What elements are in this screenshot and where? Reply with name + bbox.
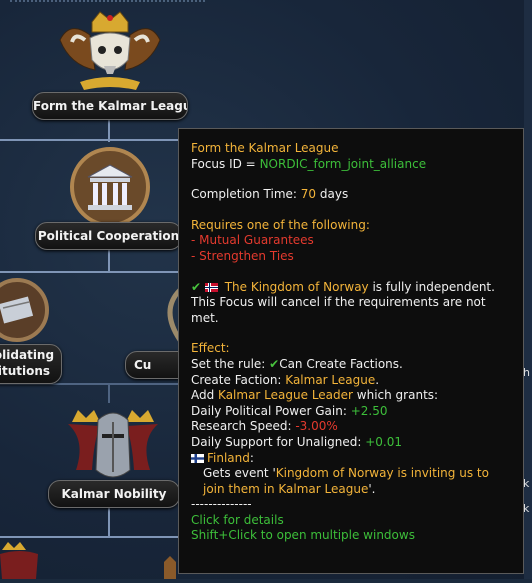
event-name: join them in Kalmar League (203, 481, 369, 496)
focus-label-line2: itutions (0, 364, 51, 378)
modifier-line: Daily Support for Unaligned: +0.01 (191, 435, 513, 451)
requirement-item: - Strengthen Ties (191, 248, 294, 263)
checkmark-icon: ✔ (269, 356, 280, 371)
modifier-value: +2.50 (350, 403, 388, 418)
independence-subject: The Kingdom of Norway (224, 279, 369, 294)
independence-suffix: is fully independent. (368, 279, 495, 294)
connector-line (108, 508, 110, 538)
tooltip-title: Form the Kalmar League (191, 141, 339, 155)
crown-bull-skull-icon (50, 10, 170, 104)
modifier-label: Daily Support for Unaligned: (191, 434, 366, 449)
completion-value: 70 (300, 187, 317, 202)
add-leader-line: Add Kalmar League Leader which grants: (191, 388, 513, 404)
focus-id-label: Focus ID = (191, 156, 260, 171)
cancel-line: met. (191, 310, 219, 325)
add-value: Kalmar League Leader (218, 388, 353, 403)
modifier-line: Daily Political Power Gain: +2.50 (191, 404, 513, 420)
event-suffix: '. (368, 481, 376, 496)
shift-click-hint: Shift+Click to open multiple windows (191, 528, 415, 543)
focus-node-partial[interactable]: Cu (125, 285, 205, 380)
set-rule-line: Set the rule: ✔Can Create Factions. (191, 357, 513, 373)
country-name: Finland (207, 450, 250, 465)
completion-time-line: Completion Time: 70 days (191, 187, 513, 203)
modifier-line: Research Speed: -3.00% (191, 419, 513, 435)
modifier-value: +0.01 (365, 434, 403, 449)
right-edge-text: h (523, 366, 530, 379)
completion-unit: days (316, 187, 349, 202)
finland-flag-icon (191, 452, 204, 463)
requirement-item: - Mutual Guarantees (191, 233, 314, 248)
focus-node-kalmar-nobility[interactable]: Kalmar Nobility (48, 400, 183, 510)
checkmark-icon: ✔ (191, 279, 202, 294)
cancel-line: This Focus will cancel if the requiremen… (191, 295, 486, 310)
connector-line (0, 271, 185, 273)
norway-flag-icon (204, 281, 218, 292)
create-faction-suffix: . (375, 372, 380, 387)
country-suffix: : (249, 450, 254, 465)
focus-node-consolidating-institutions[interactable]: olidating itutions (0, 278, 75, 384)
modifier-label: Research Speed: (191, 419, 296, 434)
focus-id-line: Focus ID = NORDIC_form_joint_alliance (191, 157, 513, 173)
add-prefix: Add (191, 388, 219, 403)
focus-label: Political Cooperation (35, 222, 182, 250)
tree-top-dotted-line (10, 0, 205, 7)
focus-label-line1: olidating (0, 348, 55, 362)
parliament-building-icon (60, 145, 160, 234)
create-faction-value: Kalmar League (285, 372, 376, 387)
add-suffix: which grants: (352, 388, 439, 403)
partial-node-emblem[interactable] (0, 540, 40, 579)
event-name: Kingdom of Norway is inviting us to (275, 466, 489, 481)
connector-line (0, 536, 185, 538)
focus-node-political-cooperation[interactable]: Political Cooperation (35, 145, 185, 255)
completion-label: Completion Time: (191, 187, 301, 202)
country-line: Finland: (191, 451, 513, 467)
paper-document-icon (0, 278, 55, 352)
create-faction-line: Create Faction: Kalmar League. (191, 373, 513, 389)
set-rule-prefix: Set the rule: (191, 356, 270, 371)
focus-node-form-kalmar-league[interactable]: Form the Kalmar League (30, 10, 190, 125)
focus-label: Kalmar Nobility (48, 480, 180, 508)
focus-label: Form the Kalmar League (32, 92, 188, 120)
connector-line (0, 139, 185, 141)
modifier-value: -3.00% (295, 419, 338, 434)
focus-label: olidating itutions (0, 344, 62, 384)
right-edge-strip (524, 0, 532, 579)
independence-line: ✔ The Kingdom of Norway is fully indepen… (191, 280, 513, 296)
focus-id-value: NORDIC_form_joint_alliance (259, 156, 427, 171)
set-rule-value: Can Create Factions. (279, 356, 403, 371)
event-line: join them in Kalmar League'. (191, 482, 513, 498)
requires-header: Requires one of the following: (191, 217, 370, 232)
click-hint: Click for details (191, 512, 284, 527)
event-line: Gets event 'Kingdom of Norway is invitin… (191, 466, 513, 482)
event-prefix: Gets event ' (203, 466, 276, 481)
focus-tooltip: Form the Kalmar League Focus ID = NORDIC… (178, 128, 524, 574)
separator: -------------- (191, 497, 252, 512)
create-faction-prefix: Create Faction: (191, 372, 286, 387)
modifier-label: Daily Political Power Gain: (191, 403, 351, 418)
effect-header: Effect: (191, 341, 230, 356)
